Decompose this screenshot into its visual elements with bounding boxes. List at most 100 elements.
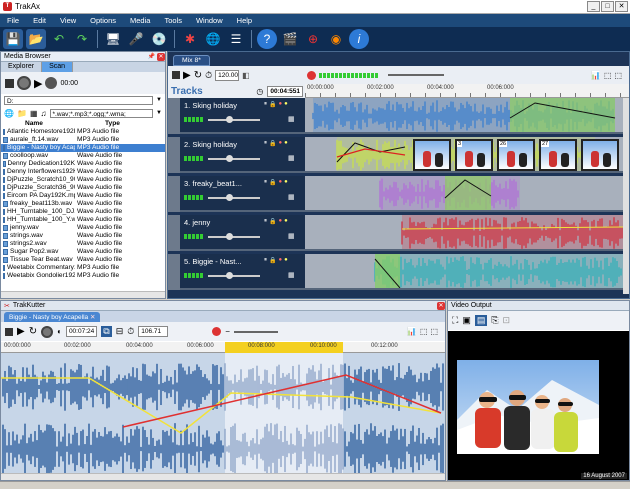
stop-icon[interactable] [5, 327, 13, 336]
file-row[interactable]: Denny Interflowers192K Wave Audio file [1, 168, 165, 176]
track-lane[interactable] [305, 215, 623, 251]
drive-select[interactable]: D: [4, 95, 154, 105]
file-row[interactable]: Denny Dedication192K Wave Audio file [1, 160, 165, 168]
video-icon[interactable]: 🎬 [280, 29, 300, 49]
track-lane[interactable]: 3 26 27 [305, 137, 623, 173]
firefox-icon[interactable]: ◉ [326, 29, 346, 49]
undo-icon[interactable]: ↶ [49, 29, 69, 49]
track-buttons[interactable]: ⏸ 🔒 ● ● [264, 179, 288, 186]
loop-icon[interactable]: ↻ [194, 70, 202, 81]
zoom-slider[interactable] [233, 330, 278, 333]
track-lane[interactable] [305, 254, 623, 290]
lock-icon[interactable]: 🔒 [269, 257, 276, 264]
trim-icon[interactable]: ⧉ [101, 326, 112, 337]
light-icon[interactable]: ● [284, 140, 288, 147]
mix-vscrollbar[interactable] [623, 98, 629, 294]
light-icon[interactable]: ● [284, 218, 288, 225]
grid-icon[interactable]: ▦ [30, 109, 38, 118]
loop-icon[interactable]: ↻ [29, 326, 37, 337]
monitor-icon[interactable]: 🖥 [103, 29, 123, 49]
stop-icon[interactable] [172, 71, 180, 79]
track-volume-slider[interactable] [208, 275, 260, 277]
file-row[interactable]: strings.wav Wave Audio file [1, 232, 165, 240]
file-row[interactable]: DjPuzzle_Scratch36_90 Wave Audio file [1, 184, 165, 192]
cd-icon[interactable]: 💿 [149, 29, 169, 49]
pin-icon[interactable]: 📌 [148, 53, 155, 60]
media-scrollbar[interactable] [1, 291, 165, 298]
column-name[interactable]: Name [1, 120, 75, 128]
zoom-slider[interactable] [387, 74, 444, 76]
pause-icon[interactable]: ⏸ [264, 257, 267, 264]
track-volume-slider[interactable] [208, 119, 260, 121]
open-folder-icon[interactable]: 📂 [26, 29, 46, 49]
kutter-hscrollbar[interactable] [1, 473, 445, 480]
video-thumbnail[interactable]: 3 [455, 139, 493, 171]
view-icons[interactable]: 📊⬚⬚ [591, 71, 625, 80]
record-dot-icon[interactable] [212, 327, 222, 336]
close-button[interactable]: ✕ [615, 1, 628, 12]
track-control[interactable]: 1. Sking holiday ⏸ 🔒 ● ● ▦ [168, 98, 305, 134]
track-control[interactable]: 2. Sking holiday ⏸ 🔒 ● ● ▦ [168, 137, 305, 173]
menu-view[interactable]: View [53, 16, 83, 25]
kutter-bpm[interactable]: 106.71 [138, 326, 169, 337]
pause-icon[interactable]: ⏸ [264, 179, 267, 186]
mute-icon[interactable]: ● [279, 257, 283, 264]
close-icon[interactable]: ✕ [157, 52, 165, 61]
track-handle[interactable] [168, 98, 180, 134]
track-handle[interactable] [168, 137, 180, 173]
track-slider-knob[interactable] [226, 272, 233, 279]
lock-icon[interactable]: 🔒 [269, 101, 276, 108]
menu-window[interactable]: Window [189, 16, 230, 25]
menu-file[interactable]: File [0, 16, 26, 25]
track-slider-knob[interactable] [226, 116, 233, 123]
microphone-icon[interactable]: 🎤 [126, 29, 146, 49]
track-handle[interactable] [168, 176, 180, 212]
tab-explorer[interactable]: Explorer [1, 62, 43, 72]
redo-icon[interactable]: ↷ [72, 29, 92, 49]
track-buttons[interactable]: ⏸ 🔒 ● ● [264, 101, 288, 108]
video-thumbnail[interactable]: 27 [539, 139, 577, 171]
file-row[interactable]: Tissue Tear Beat.wav Wave Audio file [1, 256, 165, 264]
settings-icon[interactable]: ▦ [288, 193, 295, 201]
column-type[interactable]: Type [75, 120, 145, 128]
globe-small-icon[interactable]: 🌐 [4, 109, 14, 118]
settings-icon[interactable]: ▦ [288, 115, 295, 123]
pause-icon[interactable]: ⏸ [264, 101, 267, 108]
tab-scan[interactable]: Scan [42, 62, 74, 72]
track-lane[interactable] [305, 176, 623, 212]
pause-icon[interactable]: ⏸ [264, 140, 267, 147]
file-row[interactable]: Weetabix Commentary19 MP3 Audio file [1, 264, 165, 272]
equalizer-icon[interactable]: ☰ [226, 29, 246, 49]
lock-icon[interactable]: 🔒 [269, 140, 276, 147]
play-icon[interactable]: ▶ [34, 77, 42, 90]
fullscreen-icon[interactable]: ⛶ [452, 315, 458, 326]
track-control[interactable]: 3. freaky_beat1... ⏸ 🔒 ● ● ▦ [168, 176, 305, 212]
minimize-button[interactable]: _ [587, 1, 600, 12]
kutter-view-icons[interactable]: 📊⬚⬚ [407, 327, 441, 336]
track-slider-knob[interactable] [226, 194, 233, 201]
track-buttons[interactable]: ⏸ 🔒 ● ● [264, 140, 288, 147]
file-row[interactable]: Biggie - Nasty boy Acape MP3 Audio file [1, 144, 165, 152]
menu-help[interactable]: Help [230, 16, 259, 25]
file-row[interactable]: aurale_ft.14.wav MP3 Audio file [1, 136, 165, 144]
metronome-icon[interactable]: ⏱ [127, 326, 134, 337]
file-row[interactable]: Sugar Pop2.wav Wave Audio file [1, 248, 165, 256]
track-control[interactable]: 5. Biggie - Nast... ⏸ 🔒 ● ● ▦ [168, 254, 305, 290]
track-lane[interactable] [305, 98, 623, 134]
video-thumbnail[interactable] [581, 139, 619, 171]
snapshot-icon[interactable]: ⊡ [503, 315, 511, 326]
track-buttons[interactable]: ⏸ 🔒 ● ● [264, 257, 288, 264]
menu-media[interactable]: Media [123, 16, 157, 25]
kutter-waveform[interactable] [1, 353, 445, 474]
dropdown-arrow-icon[interactable]: ▼ [156, 97, 162, 103]
file-row[interactable]: coolloop.wav Wave Audio file [1, 152, 165, 160]
settings-icon[interactable]: ▦ [288, 154, 295, 162]
track-handle[interactable] [168, 254, 180, 290]
file-row[interactable]: HH_Turntable_100_Y.w Wave Audio file [1, 216, 165, 224]
menu-tools[interactable]: Tools [157, 16, 189, 25]
metronome-icon[interactable]: ⏱ [205, 70, 212, 81]
file-row[interactable]: Eircom PA Day192K.mp Wave Audio file [1, 192, 165, 200]
track-slider-knob[interactable] [226, 233, 233, 240]
tab-kutter-file[interactable]: Biggie - Nasty boy Acapella ✕ [4, 312, 101, 322]
light-icon[interactable]: ● [284, 179, 288, 186]
